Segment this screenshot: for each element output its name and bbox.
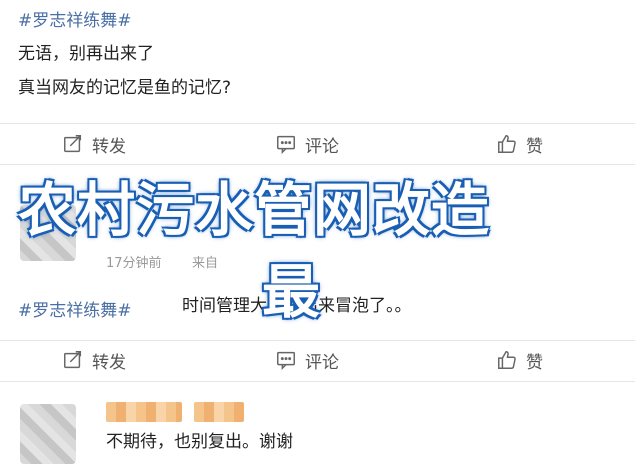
- post1-line2: 真当网友的记忆是鱼的记忆?: [18, 78, 232, 98]
- repost-icon: [64, 351, 82, 369]
- post1-line1: 无语，别再出来了: [18, 44, 154, 64]
- thumbs-up-icon: [498, 351, 516, 369]
- post2-hashtag[interactable]: #罗志祥练舞#: [18, 296, 132, 321]
- post2-comment-button[interactable]: 评论: [275, 348, 339, 373]
- comment-label: 评论: [305, 352, 339, 373]
- comment-icon: [277, 351, 295, 371]
- overlay-title: 农村污水管网改造: [18, 176, 491, 244]
- blurred-username: [106, 402, 182, 422]
- like-label: 赞: [526, 352, 543, 373]
- like-label: 赞: [526, 136, 543, 157]
- post1-action-bar: 转发 评论 赞: [0, 124, 635, 164]
- post3-text: 不期待，也别复出。谢谢: [106, 432, 293, 452]
- post1-like-button[interactable]: 赞: [496, 132, 543, 157]
- comment-icon: [277, 135, 295, 155]
- post1-repost-button[interactable]: 转发: [62, 132, 126, 157]
- post2-source: 来自: [192, 256, 219, 271]
- repost-label: 转发: [92, 352, 126, 373]
- blurred-badge: [194, 402, 244, 422]
- overlay-subtitle: 最: [262, 258, 321, 326]
- post1-comment-button[interactable]: 评论: [275, 132, 339, 157]
- post2-time: 17分钟前: [106, 256, 162, 271]
- divider: [0, 381, 635, 382]
- repost-label: 转发: [92, 136, 126, 157]
- post1-hashtag[interactable]: #罗志祥练舞#: [18, 6, 132, 31]
- comment-label: 评论: [305, 136, 339, 157]
- thumbs-up-icon: [498, 135, 516, 153]
- post2-action-bar: 转发 评论 赞: [0, 340, 635, 380]
- post2-like-button[interactable]: 赞: [496, 348, 543, 373]
- avatar[interactable]: [20, 404, 76, 464]
- post2-repost-button[interactable]: 转发: [62, 348, 126, 373]
- repost-icon: [64, 135, 82, 153]
